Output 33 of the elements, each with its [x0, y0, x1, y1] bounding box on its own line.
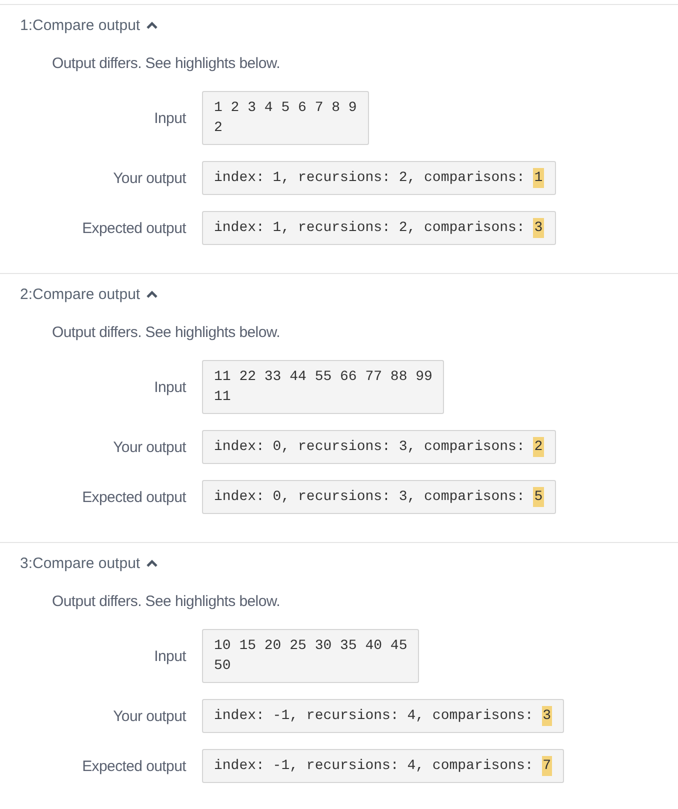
output-text: index: 1, recursions: 2, comparisons: [214, 219, 525, 238]
input-label: Input [154, 110, 186, 126]
input-text: 11 22 33 44 55 66 77 88 99 11 [202, 360, 444, 414]
expected-output-label: Expected output [82, 758, 186, 774]
input-label: Input [154, 378, 186, 396]
highlighted-difference: 7 [542, 756, 552, 776]
highlighted-difference: 2 [533, 437, 544, 457]
your-output-label: Your output [113, 438, 186, 456]
highlighted-difference: 3 [542, 706, 552, 726]
output-text: index: -1, recursions: 4, comparisons: [214, 757, 534, 776]
chevron-up-icon [146, 21, 158, 29]
highlighted-difference: 3 [533, 218, 544, 238]
your-output-label: Your output [113, 170, 186, 186]
chevron-up-icon [146, 290, 158, 298]
input-text: 1 2 3 4 5 6 7 8 9 2 [202, 91, 369, 145]
your-output-label: Your output [113, 708, 186, 724]
input-text: 10 15 20 25 30 35 40 45 50 [202, 629, 420, 683]
highlighted-difference: 1 [533, 168, 544, 188]
result-message: Output differs. See highlights below. [52, 55, 281, 72]
output-text: index: 1, recursions: 2, comparisons: [214, 169, 525, 188]
result-message: Output differs. See highlights below. [52, 324, 281, 341]
highlighted-difference: 5 [533, 487, 544, 507]
compare-output-toggle[interactable]: 2:Compare output [20, 284, 158, 304]
expected-output-label: Expected output [82, 488, 186, 506]
input-label: Input [154, 648, 186, 664]
compare-output-toggle[interactable]: 1:Compare output [20, 15, 158, 35]
output-text: index: 0, recursions: 3, comparisons: [214, 488, 525, 507]
expected-output-label: Expected output [82, 220, 186, 236]
compare-output-toggle[interactable]: 3:Compare output [20, 553, 158, 573]
result-message: Output differs. See highlights below. [52, 593, 281, 610]
output-text: index: 0, recursions: 3, comparisons: [214, 438, 525, 457]
output-text: index: -1, recursions: 4, comparisons: [214, 707, 534, 726]
chevron-up-icon [146, 559, 158, 567]
